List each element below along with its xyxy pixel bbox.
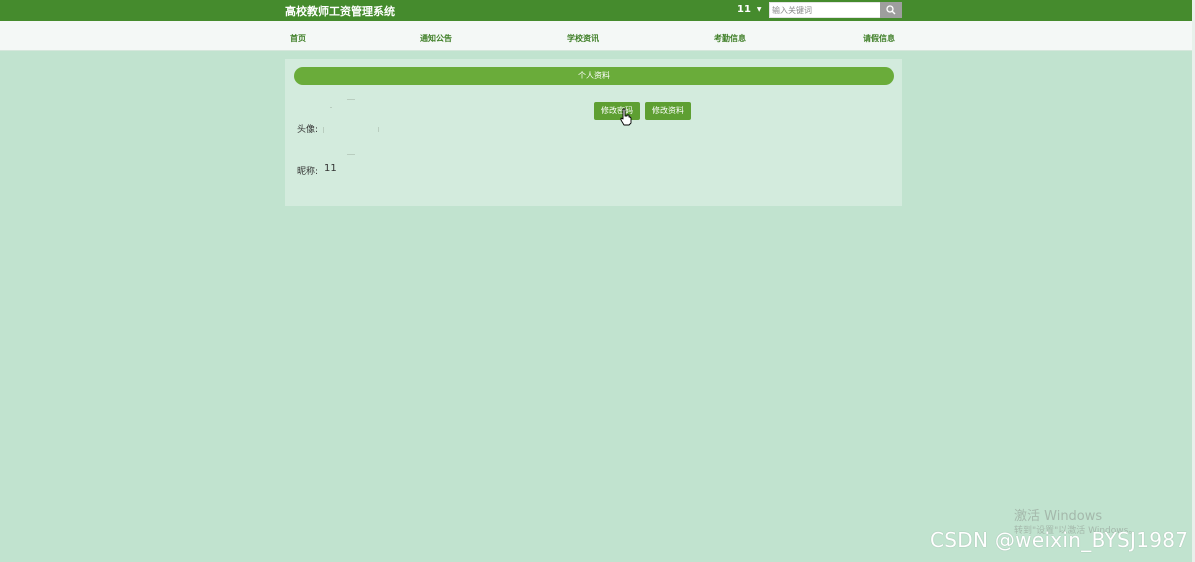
profile-panel: 个人资料 修改密码 修改资料 头像: 昵称: 11 — [285, 59, 902, 206]
search-icon — [886, 5, 896, 15]
edit-profile-button[interactable]: 修改资料 — [645, 102, 691, 120]
site-title: 高校教师工资管理系统 — [285, 5, 395, 18]
nav-item-notices[interactable]: 通知公告 — [420, 33, 452, 44]
profile-panel-title: 个人资料 — [294, 67, 894, 85]
csdn-watermark: CSDN @weixin_BYSJ1987 — [930, 528, 1189, 552]
windows-activation-title: 激活 Windows — [1014, 509, 1103, 524]
top-bar: 高校教师工资管理系统 11 ▼ — [0, 0, 1195, 21]
caret-down-icon: ▼ — [756, 5, 762, 13]
nickname-value: 11 — [324, 163, 337, 174]
nav-item-leave[interactable]: 请假信息 — [863, 33, 895, 44]
nav-item-school-news[interactable]: 学校资讯 — [567, 33, 599, 44]
change-password-button[interactable]: 修改密码 — [594, 102, 640, 120]
nickname-label: 昵称: — [297, 167, 319, 177]
nav-item-home[interactable]: 首页 — [290, 33, 306, 44]
nav-item-attendance[interactable]: 考勤信息 — [714, 33, 746, 44]
user-menu[interactable]: 11 ▼ — [737, 4, 762, 15]
search-input[interactable] — [769, 2, 885, 18]
search-button[interactable] — [880, 2, 902, 18]
hand-pointer-icon — [620, 108, 632, 126]
avatar[interactable] — [323, 99, 379, 155]
username: 11 — [737, 4, 751, 15]
avatar-label: 头像: — [297, 125, 319, 135]
main-nav: 首页 通知公告 学校资讯 考勤信息 请假信息 — [0, 21, 1195, 51]
